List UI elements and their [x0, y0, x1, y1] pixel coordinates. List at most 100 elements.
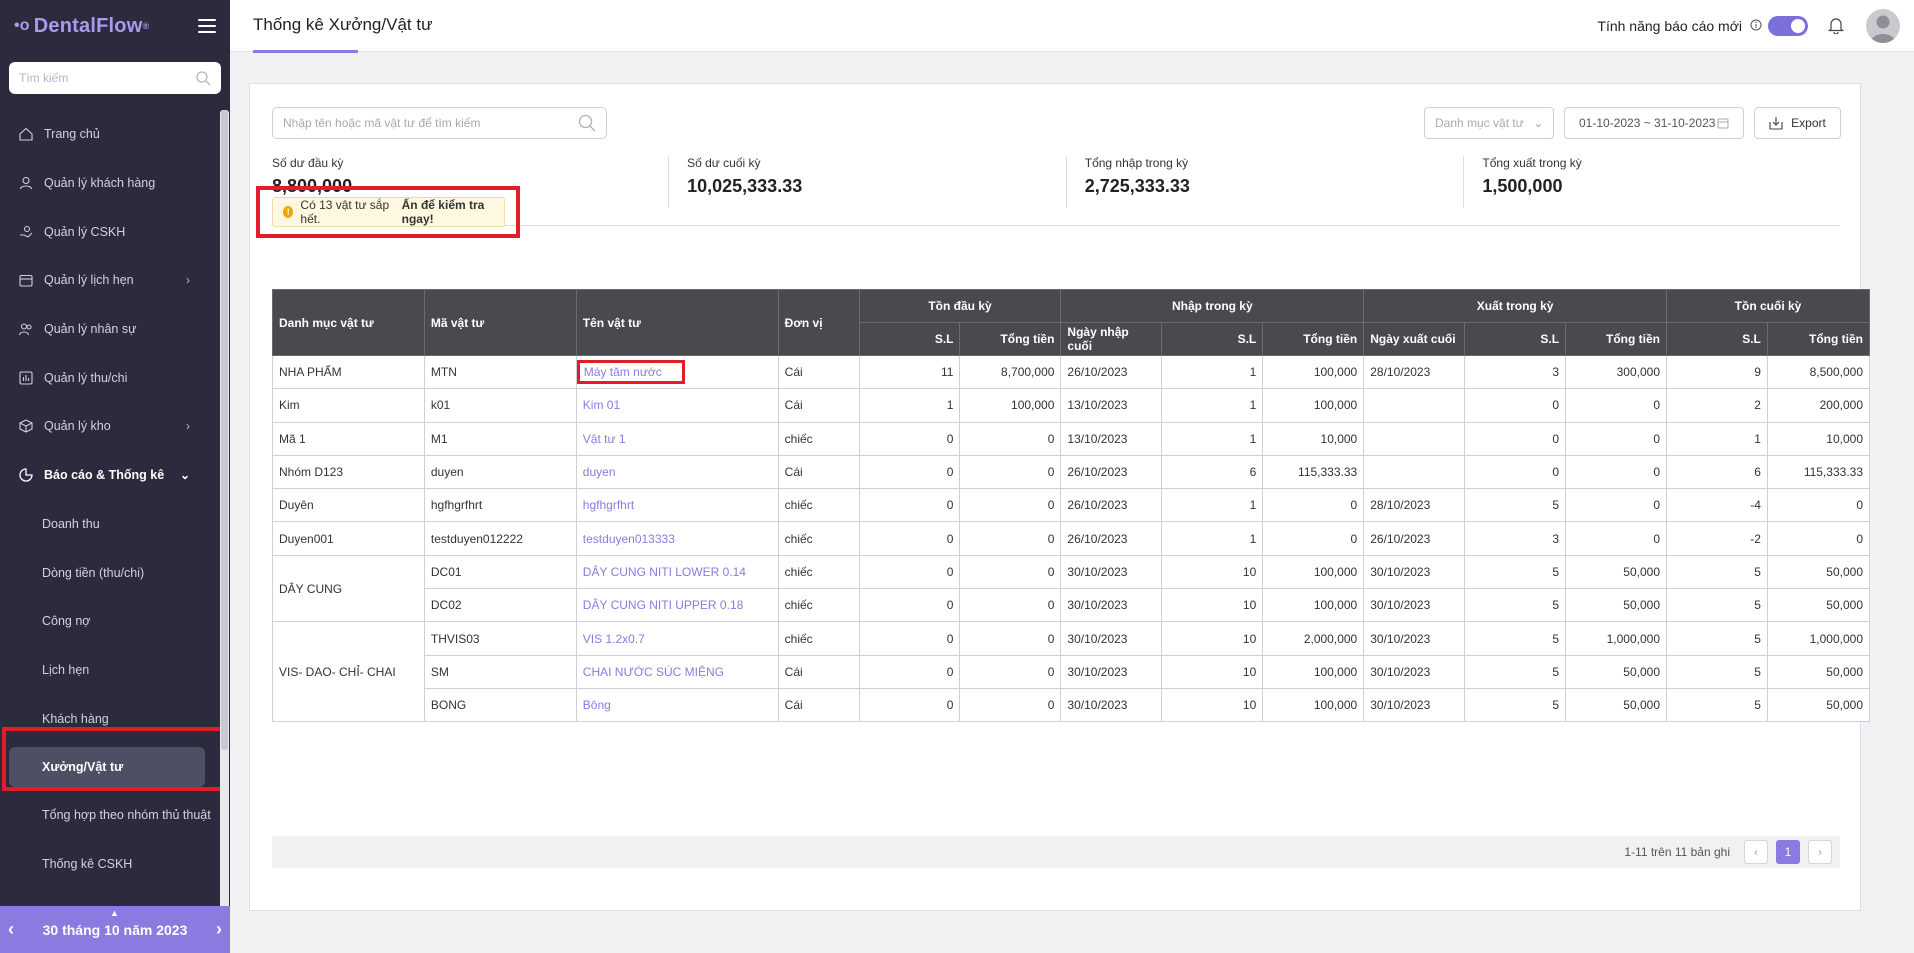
cell-code: BONG [423, 687, 577, 723]
cell-closing-total: 10,000 [1766, 421, 1871, 456]
cell-name[interactable]: Bông [575, 687, 779, 723]
table-row: Duyên hgfhgrfhrt hgfhgrfhrt chiếc 0 0 26/10/20… [272, 488, 1871, 523]
sidebar-item-staff[interactable]: Quản lý nhân sự [0, 305, 220, 354]
cell-name[interactable]: CHAI NƯỚC SÚC MIỆNG [575, 654, 779, 689]
cell-opening-total: 0 [959, 554, 1062, 590]
alert-cta-link[interactable]: Ấn để kiểm tra ngay! [402, 198, 504, 226]
cell-last-export: 30/10/2023 [1363, 588, 1466, 623]
stat-total-import: Tổng nhập trong kỳ 2,725,333.33 [1067, 156, 1465, 208]
next-date-button[interactable]: › [216, 919, 222, 940]
sidebar-item-finance[interactable]: Quản lý thu/chi [0, 353, 220, 402]
col-group-closing: Tồn cuối kỳ [1666, 289, 1870, 323]
table-row: DÂY CUNG DC01 DÂY CUNG NITI LOWER 0.14 chiế… [272, 554, 1871, 623]
sidebar-item-home[interactable]: Trang chủ [0, 110, 220, 159]
cell-closing-qty: 5 [1666, 588, 1768, 623]
low-stock-alert[interactable]: ! Có 13 vật tư sắp hết. Ấn để kiểm tra n… [272, 197, 505, 227]
cell-unit: Cái [777, 388, 860, 423]
materials-table: Danh mục vật tư Mã vật tư Tên vật tư Đơn… [272, 289, 1871, 723]
stat-label: Tổng nhập trong kỳ [1084, 156, 1189, 170]
cell-name[interactable]: duyen [575, 454, 779, 490]
col-header-qty: S.L [858, 322, 961, 356]
cell-name[interactable]: DÂY CUNG NITI LOWER 0.14 [575, 554, 779, 590]
sidebar: •o DentalFlow ® Tìm kiếm Trang chủ Quản … [0, 0, 230, 953]
cell-last-import: 30/10/2023 [1060, 621, 1163, 656]
sidebar-sub-cashflow[interactable]: Dòng tiền (thu/chi) [0, 548, 220, 597]
cell-import-qty: 1 [1161, 354, 1264, 390]
new-report-toggle[interactable] [1768, 16, 1808, 36]
cell-name[interactable]: DÂY CUNG NITI UPPER 0.18 [575, 588, 779, 623]
cell-closing-qty: 9 [1666, 354, 1768, 390]
prev-date-button[interactable]: ‹ [8, 919, 14, 940]
cell-opening-qty: 0 [858, 621, 961, 656]
table-body: NHA PHẨM MTN Máy tăm nước Cái 11 8,700,000 26/… [272, 354, 1871, 723]
cell-import-qty: 1 [1161, 421, 1264, 456]
sidebar-scrollbar[interactable] [220, 110, 229, 910]
cell-category: Duyên [272, 488, 425, 523]
sidebar-item-customers[interactable]: Quản lý khách hàng [0, 159, 220, 208]
cell-name[interactable]: VIS 1.2x0.7 [575, 621, 779, 656]
sidebar-search-input[interactable]: Tìm kiếm [9, 62, 221, 94]
cell-unit: Cái [777, 454, 860, 490]
cell-closing-qty: 5 [1666, 554, 1768, 590]
sidebar-item-cskh[interactable]: Quản lý CSKH [0, 207, 220, 256]
sidebar-sub-cskh-stats[interactable]: Thống kê CSKH [0, 840, 220, 889]
col-header-qty: S.L [1666, 322, 1768, 356]
feature-toggle-label: Tính năng báo cáo mới [1597, 18, 1742, 34]
chart-icon [18, 467, 34, 483]
page-button-current[interactable]: 1 [1776, 840, 1800, 864]
material-search-input[interactable]: Nhập tên hoặc mã vật tư để tìm kiếm [272, 107, 607, 139]
category-select[interactable]: Danh mục vật tư ⌄ [1424, 107, 1554, 139]
home-icon [18, 126, 34, 142]
cell-unit: chiếc [777, 588, 860, 623]
cell-last-import: 26/10/2023 [1060, 354, 1163, 390]
cell-export-qty: 0 [1464, 454, 1567, 490]
export-button[interactable]: Export [1754, 107, 1841, 139]
cell-export-total: 50,000 [1565, 554, 1667, 590]
sidebar-sub-revenue[interactable]: Doanh thu [0, 500, 220, 549]
box-icon [18, 418, 34, 434]
alert-text: Có 13 vật tư sắp hết. [300, 198, 390, 226]
sidebar-item-appointments[interactable]: Quản lý lịch hẹn › [0, 256, 220, 305]
cell-last-import: 30/10/2023 [1060, 687, 1163, 723]
cell-opening-total: 0 [959, 687, 1062, 723]
logo[interactable]: •o DentalFlow ® [14, 15, 149, 38]
cell-last-import: 13/10/2023 [1060, 388, 1163, 423]
cell-closing-total: 50,000 [1766, 554, 1871, 590]
cell-opening-total: 100,000 [959, 388, 1062, 423]
col-header-code: Mã vật tư [423, 289, 577, 356]
cell-name[interactable]: testduyen013333 [575, 521, 779, 556]
hamburger-menu-icon[interactable] [198, 19, 216, 33]
chevron-down-icon: ⌄ [1533, 117, 1543, 130]
date-range-picker[interactable]: 01-10-2023 ~ 31-10-2023 [1564, 107, 1744, 139]
cell-import-total: 0 [1262, 521, 1365, 556]
cell-last-export: 30/10/2023 [1363, 687, 1466, 723]
col-header-unit: Đơn vị [777, 289, 860, 356]
cell-name[interactable]: Máy tăm nước [575, 354, 779, 390]
avatar[interactable] [1866, 9, 1900, 43]
bell-icon[interactable] [1828, 16, 1844, 37]
cell-name[interactable]: hgfhgrfhrt [575, 488, 779, 523]
cell-opening-qty: 0 [858, 554, 961, 590]
cell-import-qty: 1 [1161, 521, 1264, 556]
cell-import-total: 2,000,000 [1262, 621, 1365, 656]
scrollbar-thumb[interactable] [221, 110, 228, 750]
sidebar-sub-debt[interactable]: Công nợ [0, 597, 220, 646]
cell-import-qty: 10 [1161, 687, 1264, 723]
cell-name[interactable]: Kim 01 [575, 388, 779, 423]
next-page-button[interactable]: › [1808, 840, 1832, 864]
sidebar-item-label: Trang chủ [44, 127, 100, 142]
sidebar-item-reports[interactable]: Báo cáo & Thống kê ⌄ [0, 451, 220, 500]
cell-import-qty: 10 [1161, 654, 1264, 689]
category-select-placeholder: Danh mục vật tư [1435, 116, 1524, 130]
chevron-up-icon[interactable]: ▲ [110, 908, 119, 918]
cell-code: hgfhgrfhrt [423, 488, 577, 523]
info-icon[interactable] [1750, 19, 1762, 34]
cell-opening-qty: 1 [858, 388, 961, 423]
sidebar-sub-procedures[interactable]: Tổng hợp theo nhóm thủ thuật [0, 791, 220, 840]
cell-closing-total: 50,000 [1766, 687, 1871, 723]
sidebar-item-warehouse[interactable]: Quản lý kho › [0, 402, 220, 451]
sidebar-sub-appointments[interactable]: Lịch hẹn [0, 646, 220, 695]
material-link-highlighted[interactable]: Máy tăm nước [576, 360, 685, 385]
prev-page-button[interactable]: ‹ [1744, 840, 1768, 864]
cell-name[interactable]: Vật tư 1 [575, 421, 779, 456]
